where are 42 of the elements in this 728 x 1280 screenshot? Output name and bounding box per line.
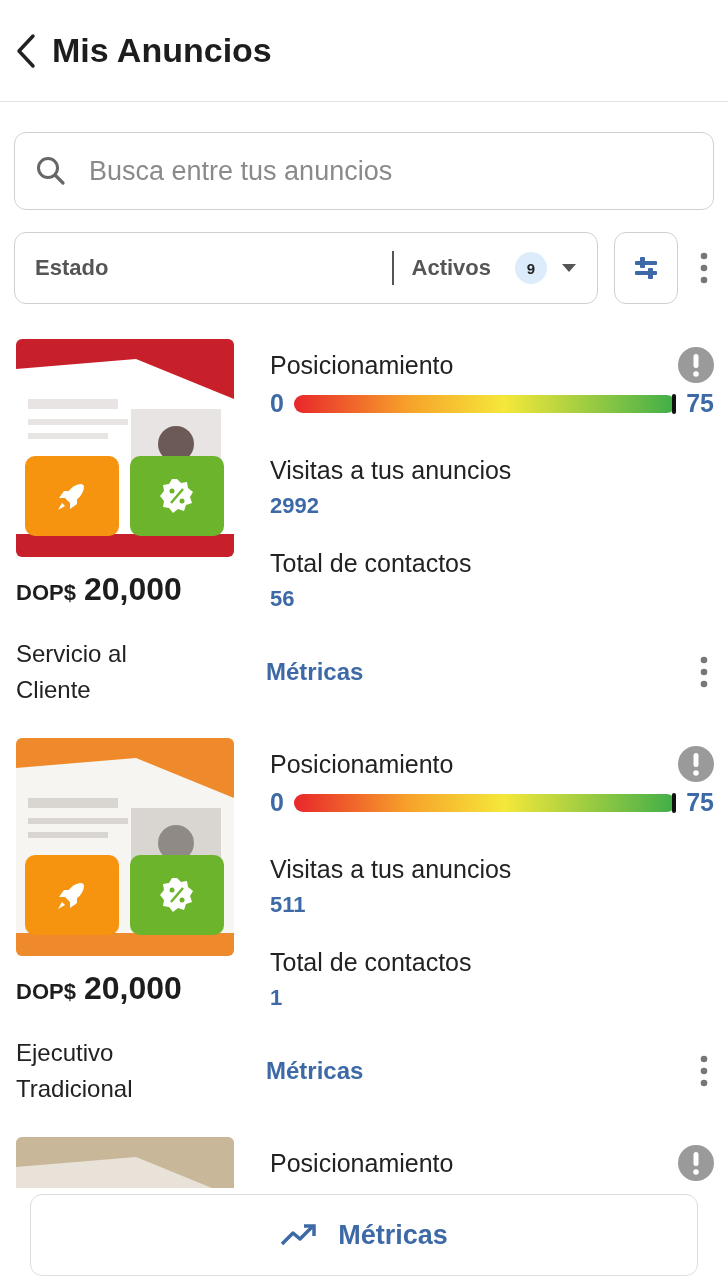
contacts-count: 56 <box>270 586 296 612</box>
contacts-count: 1 <box>270 985 284 1011</box>
filter-button[interactable] <box>614 232 678 304</box>
max-value: 75 <box>686 788 714 817</box>
search-icon <box>36 156 66 186</box>
boost-button[interactable] <box>25 456 119 536</box>
info-icon[interactable] <box>678 1145 714 1181</box>
positioning-label: Posicionamiento <box>270 749 454 779</box>
back-button[interactable] <box>14 32 38 69</box>
price: 20,000 <box>83 571 182 608</box>
trend-icon <box>280 1224 317 1246</box>
positioning-label: Posicionamiento <box>270 350 454 380</box>
status-select[interactable]: Estado Activos 9 <box>14 232 598 304</box>
visits-count: 2992 <box>270 493 320 519</box>
visits-label: Visitas a tus anuncios <box>270 456 513 485</box>
metrics-button[interactable]: Métricas <box>30 1194 698 1276</box>
contacts-label: Total de contactos <box>270 948 473 977</box>
min-value: 0 <box>270 788 284 817</box>
discount-button[interactable] <box>130 855 224 935</box>
boost-button[interactable] <box>25 855 119 935</box>
listing-title: Ejecutivo Tradicional <box>16 1038 134 1104</box>
min-value: 0 <box>270 389 284 418</box>
visits-label: Visitas a tus anuncios <box>270 855 513 884</box>
sliders-icon <box>632 254 660 282</box>
discount-button[interactable] <box>130 456 224 536</box>
currency: DOP$ <box>16 580 76 606</box>
caret-icon <box>561 263 577 273</box>
metrics-link[interactable]: Métricas <box>266 658 662 686</box>
status-value: Activos <box>411 255 491 281</box>
metrics-link[interactable]: Métricas <box>266 1057 662 1085</box>
contacts-label: Total de contactos <box>270 549 473 578</box>
info-icon[interactable] <box>678 746 714 782</box>
positioning-label: Posicionamiento <box>270 1148 454 1178</box>
price: 20,000 <box>83 970 182 1007</box>
listing-title: Servicio al Cliente <box>16 639 128 705</box>
max-value: 75 <box>686 389 714 418</box>
currency: DOP$ <box>16 979 76 1005</box>
visits-count: 511 <box>270 892 307 918</box>
search-field[interactable]: Busca entre tus anuncios <box>14 132 714 210</box>
info-icon[interactable] <box>678 347 714 383</box>
page-title: Mis Anuncios <box>52 31 272 70</box>
count-badge: 9 <box>515 252 547 284</box>
